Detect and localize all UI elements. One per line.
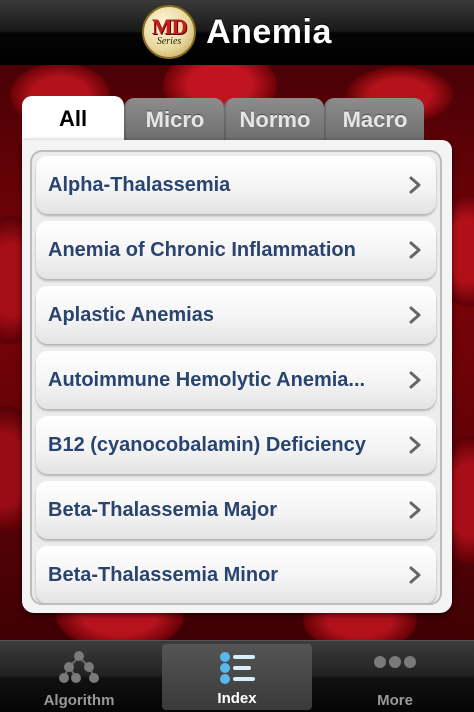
list-index-icon <box>220 652 255 684</box>
navigation-bar: MD Series Anemia <box>0 0 474 65</box>
chevron-right-icon <box>409 436 421 454</box>
list-item-beta-thalassemia-major[interactable]: Beta-Thalassemia Major <box>36 481 436 539</box>
tabbar-item-more[interactable]: More <box>320 641 470 712</box>
list-panel: Alpha-Thalassemia Anemia of Chronic Infl… <box>22 140 452 613</box>
filter-tabs: All Micro Normo Macro <box>22 96 428 142</box>
list-item-label: Beta-Thalassemia Minor <box>48 564 279 586</box>
tab-normo[interactable]: Normo <box>224 98 324 142</box>
chevron-right-icon <box>409 241 421 259</box>
list-item-b12-deficiency[interactable]: B12 (cyanocobalamin) Deficiency <box>36 416 436 474</box>
algorithm-tree-icon <box>59 651 99 683</box>
bottom-tab-bar: Algorithm Index More <box>0 640 474 712</box>
chevron-right-icon <box>409 176 421 194</box>
chevron-right-icon <box>409 501 421 519</box>
list-item-autoimmune-hemolytic-anemia[interactable]: Autoimmune Hemolytic Anemia... <box>36 351 436 409</box>
chevron-right-icon <box>409 306 421 324</box>
list-item-beta-thalassemia-minor[interactable]: Beta-Thalassemia Minor <box>36 546 436 603</box>
tabbar-item-index[interactable]: Index <box>162 644 312 710</box>
tabbar-label: Algorithm <box>43 692 115 709</box>
list-item-label: Autoimmune Hemolytic Anemia... <box>48 369 366 391</box>
list-item-label: Aplastic Anemias <box>48 304 214 326</box>
page-title: Anemia <box>206 12 332 51</box>
tab-all[interactable]: All <box>22 96 124 142</box>
logo-series-text: Series <box>156 36 182 47</box>
list-item-alpha-thalassemia[interactable]: Alpha-Thalassemia <box>36 156 436 214</box>
chevron-right-icon <box>409 566 421 584</box>
md-series-logo: MD Series <box>142 5 197 59</box>
logo-md-text: MD <box>151 14 188 39</box>
more-dots-icon <box>374 656 416 668</box>
list-item-label: Alpha-Thalassemia <box>48 174 231 196</box>
list-item-anemia-chronic-inflammation[interactable]: Anemia of Chronic Inflammation <box>36 221 436 279</box>
chevron-right-icon <box>409 371 421 389</box>
list-item-label: Anemia of Chronic Inflammation <box>48 239 356 261</box>
list-item-label: B12 (cyanocobalamin) Deficiency <box>48 434 366 456</box>
anemia-list[interactable]: Alpha-Thalassemia Anemia of Chronic Infl… <box>30 150 442 605</box>
tabbar-item-algorithm[interactable]: Algorithm <box>4 641 154 712</box>
list-item-aplastic-anemias[interactable]: Aplastic Anemias <box>36 286 436 344</box>
tab-micro[interactable]: Micro <box>124 98 224 142</box>
tab-macro[interactable]: Macro <box>324 98 424 142</box>
tabbar-label: More <box>377 692 413 709</box>
list-item-label: Beta-Thalassemia Major <box>48 499 277 521</box>
tabbar-label: Index <box>217 690 257 707</box>
